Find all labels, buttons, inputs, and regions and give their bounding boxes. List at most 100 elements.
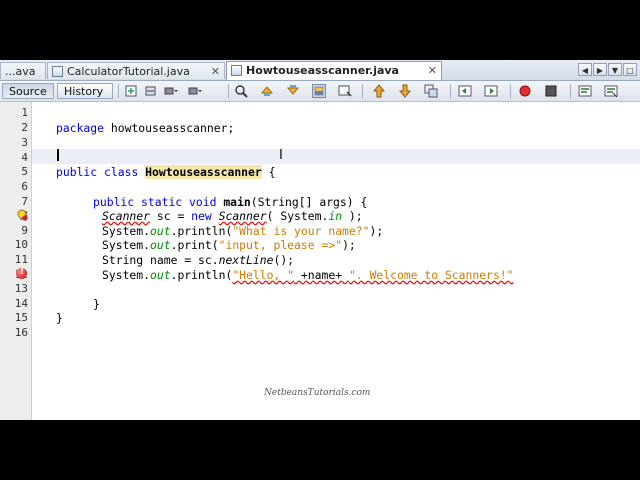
keyword: class [104,165,139,179]
code-text: ); [342,238,356,252]
string-literal: "input, please =>" [218,238,343,252]
uncomment-icon[interactable] [604,84,618,98]
last-edit-icon[interactable] [124,84,138,98]
toolbar-separator [510,84,511,98]
keyword: public [93,195,135,209]
code-text: (); [273,253,295,267]
line-number: 4 [21,151,28,164]
tab-calculatortutorial[interactable]: CalculatorTutorial.java ✕ [47,62,225,79]
line-number: 1 [21,106,28,119]
code-text: System. [102,224,151,238]
tab-label: ...ava [5,65,36,78]
code-text: .println( [170,224,233,238]
code-text: } [93,297,100,311]
line-number-gutter[interactable]: 1 2 3 4 5 6 7 8 9 10 11 12 13 14 15 16 [0,102,32,420]
method-name: main [223,195,251,209]
code-text: System. [102,268,151,282]
static-field: out [150,268,171,282]
code-text: .println( [170,268,233,282]
close-icon[interactable]: ✕ [211,63,220,79]
code-text: howtouseasscanner; [104,121,235,135]
line-number: 13 [14,282,28,295]
code-editor[interactable]: package howtouseasscanner; public class … [32,102,640,420]
line-number: 7 [21,195,28,208]
toolbar-separator [228,84,229,98]
line-number: 15 [14,311,28,324]
toggle-highlight-icon[interactable] [312,84,326,98]
next-bookmark-icon[interactable] [398,84,412,98]
back-dropdown-icon[interactable] [164,84,178,98]
code-line-10: System.out.print("input, please =>"); [102,238,356,252]
method-call: nextLine [218,253,274,267]
shift-right-icon[interactable] [484,84,498,98]
dropdown-icon[interactable]: ▼ [608,63,622,76]
comment-icon[interactable] [578,84,592,98]
line-number: 11 [14,253,28,266]
code-text: (String[] args) { [250,195,368,209]
find-previous-icon[interactable] [260,84,274,98]
mouse-ibeam-cursor-icon: I [279,148,283,163]
static-field: out [150,224,171,238]
code-line-11: String name = sc.nextLine(); [102,253,294,267]
scroll-right-icon[interactable]: ▶ [593,63,607,76]
start-macro-recording-icon[interactable] [518,84,532,98]
toggle-bookmark-icon[interactable] [424,84,438,98]
history-button[interactable]: History [57,83,113,99]
search-icon[interactable] [234,84,248,98]
shift-left-icon[interactable] [458,84,472,98]
scroll-left-icon[interactable]: ◀ [578,63,592,76]
close-icon[interactable]: ✕ [428,62,437,79]
keyword: package [56,121,105,135]
code-text: sc = [150,209,192,223]
keyword: static [141,195,183,209]
unresolved-type: Scanner [102,209,151,223]
java-file-icon [52,66,63,77]
toolbar-separator [362,84,363,98]
string-literal: "What is your name?" [232,224,370,238]
code-line-14: } [93,297,100,311]
code-line-8: Scanner sc = new Scanner( System.in ); [102,209,363,223]
previous-bookmark-icon[interactable] [372,84,386,98]
code-text: ( System. [266,209,329,223]
tab-howtouseasscanner[interactable]: Howtouseasscanner.java ✕ [226,61,442,80]
text-caret [57,149,59,161]
code-line-12: System.out.println("Hello, " +name+ ". W… [102,268,514,282]
line-number: 10 [14,238,28,251]
back-icon[interactable] [144,84,158,98]
keyword: public [56,165,98,179]
code-line-9: System.out.println("What is your name?")… [102,224,383,238]
string-literal: ". Welcome to Scanners!" [348,268,514,282]
stop-macro-recording-icon[interactable] [544,84,558,98]
keyword: new [191,209,212,223]
error-icon[interactable] [16,267,27,279]
find-next-icon[interactable] [286,84,300,98]
line-number: 5 [21,165,28,178]
tab-label: CalculatorTutorial.java [67,65,190,78]
class-name: Howtouseasscanner [145,165,262,179]
warning-bulb-icon[interactable] [16,209,28,221]
string-literal: "Hello, " [232,268,295,282]
tab-hidden-java[interactable]: ...ava [0,62,46,79]
editor-toolbar: Source History [0,81,640,102]
source-button[interactable]: Source [2,83,54,99]
line-number: 6 [21,180,28,193]
watermark: NetbeansTutorials.com [264,388,371,398]
code-line-16: } [56,311,63,325]
code-text: ); [369,224,384,238]
code-text: +name+ [294,268,349,282]
code-text: .print( [170,238,219,252]
toolbar-separator [570,84,571,98]
keyword: void [189,195,217,209]
toolbar-separator [450,84,451,98]
code-line-5: public class Howtouseasscanner { [56,165,275,179]
unresolved-type: Scanner [218,209,267,223]
restore-window-icon[interactable]: □ [623,63,637,76]
static-field: out [150,238,171,252]
toggle-rectangular-selection-icon[interactable] [338,84,352,98]
line-number: 9 [21,224,28,237]
forward-dropdown-icon[interactable] [188,84,202,98]
code-text: System. [102,238,151,252]
tab-label: Howtouseasscanner.java [246,64,399,77]
tab-nav-buttons: ◀ ▶ ▼ □ [578,63,637,77]
code-text: } [56,311,63,325]
